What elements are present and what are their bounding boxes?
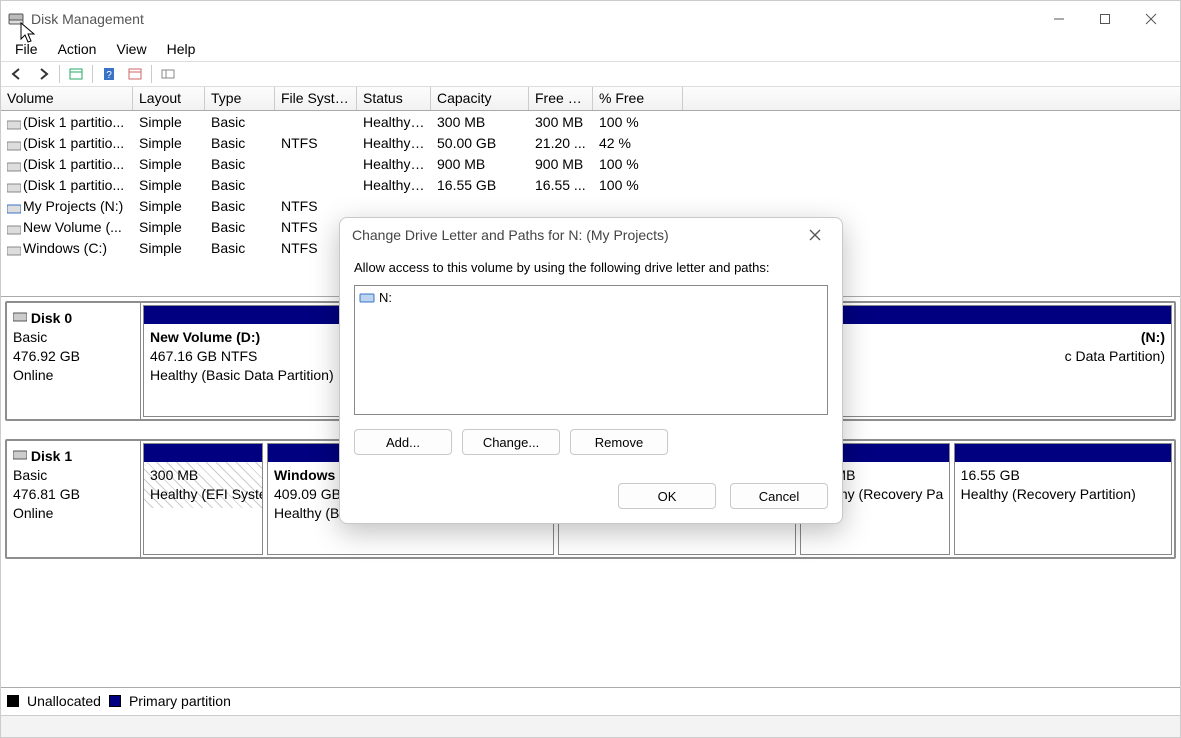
- legend-primary-swatch: [109, 695, 121, 707]
- list-item[interactable]: N:: [359, 290, 823, 305]
- app-icon: [7, 10, 25, 28]
- maximize-button[interactable]: [1082, 1, 1128, 37]
- back-button[interactable]: [5, 63, 29, 85]
- drive-icon: [359, 292, 375, 304]
- list-item-label: N:: [379, 290, 392, 305]
- close-button[interactable]: [1128, 1, 1174, 37]
- col-capacity[interactable]: Capacity: [431, 87, 529, 110]
- volume-list-header: Volume Layout Type File System Status Ca…: [1, 87, 1180, 111]
- dialog-close-button[interactable]: [800, 220, 830, 250]
- table-row[interactable]: (Disk 1 partitio...SimpleBasicHealthy ..…: [1, 153, 1180, 174]
- disk-info[interactable]: Disk 1Basic476.81 GBOnline: [7, 441, 141, 557]
- partition[interactable]: 16.55 GBHealthy (Recovery Partition): [954, 443, 1172, 555]
- col-volume[interactable]: Volume: [1, 87, 133, 110]
- col-percent[interactable]: % Free: [593, 87, 683, 110]
- add-button[interactable]: Add...: [354, 429, 452, 455]
- menu-file[interactable]: File: [5, 39, 48, 59]
- table-row[interactable]: (Disk 1 partitio...SimpleBasicHealthy ..…: [1, 174, 1180, 195]
- ok-button[interactable]: OK: [618, 483, 716, 509]
- legend-unallocated-label: Unallocated: [27, 693, 101, 709]
- table-row[interactable]: (Disk 1 partitio...SimpleBasicNTFSHealth…: [1, 132, 1180, 153]
- remove-button[interactable]: Remove: [570, 429, 668, 455]
- disk-info[interactable]: Disk 0Basic476.92 GBOnline: [7, 303, 141, 419]
- dialog-title: Change Drive Letter and Paths for N: (My…: [352, 227, 669, 243]
- toolbar-btn-1[interactable]: [64, 63, 88, 85]
- menu-action[interactable]: Action: [48, 39, 107, 59]
- toolbar-btn-3[interactable]: [123, 63, 147, 85]
- legend-unallocated-swatch: [7, 695, 19, 707]
- partition[interactable]: 300 MBHealthy (EFI Syste: [143, 443, 263, 555]
- minimize-button[interactable]: [1036, 1, 1082, 37]
- col-free[interactable]: Free S...: [529, 87, 593, 110]
- svg-text:?: ?: [106, 70, 112, 81]
- dialog-titlebar: Change Drive Letter and Paths for N: (My…: [340, 218, 842, 252]
- table-row[interactable]: (Disk 1 partitio...SimpleBasicHealthy ..…: [1, 111, 1180, 132]
- toolbar-btn-4[interactable]: [156, 63, 180, 85]
- forward-button[interactable]: [31, 63, 55, 85]
- toolbar: ?: [1, 61, 1180, 87]
- statusbar: [1, 715, 1180, 737]
- menubar: File Action View Help: [1, 37, 1180, 61]
- window-controls: [1036, 1, 1174, 37]
- col-filesystem[interactable]: File System: [275, 87, 357, 110]
- titlebar: Disk Management: [1, 1, 1180, 37]
- legend-primary-label: Primary partition: [129, 693, 231, 709]
- table-row[interactable]: My Projects (N:)SimpleBasicNTFS: [1, 195, 1180, 216]
- change-button[interactable]: Change...: [462, 429, 560, 455]
- col-layout[interactable]: Layout: [133, 87, 205, 110]
- col-status[interactable]: Status: [357, 87, 431, 110]
- cancel-button[interactable]: Cancel: [730, 483, 828, 509]
- legend: Unallocated Primary partition: [1, 687, 1180, 713]
- help-button[interactable]: ?: [97, 63, 121, 85]
- change-drive-letter-dialog: Change Drive Letter and Paths for N: (My…: [339, 217, 843, 524]
- menu-view[interactable]: View: [106, 39, 156, 59]
- dialog-description: Allow access to this volume by using the…: [354, 260, 828, 275]
- drive-letter-list[interactable]: N:: [354, 285, 828, 415]
- window-title: Disk Management: [31, 11, 144, 27]
- menu-help[interactable]: Help: [157, 39, 206, 59]
- col-type[interactable]: Type: [205, 87, 275, 110]
